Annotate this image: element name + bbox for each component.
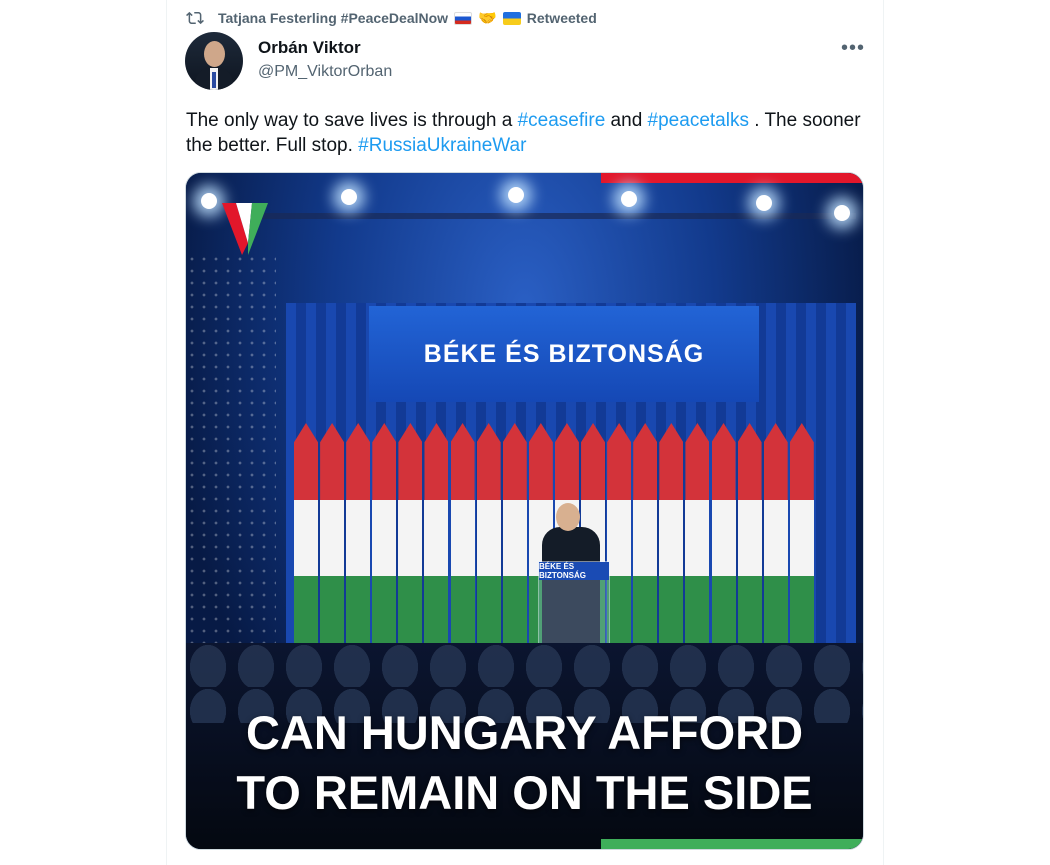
hungarian-flag xyxy=(424,423,449,653)
retweeted-label: Retweeted xyxy=(526,10,597,26)
podium-label: BÉKE ÉS BIZTONSÁG xyxy=(539,562,609,580)
author-handle[interactable]: @PM_ViktorOrban xyxy=(258,63,392,81)
led-dot-wall xyxy=(186,253,276,673)
retweet-context: Tatjana Festerling #PeaceDealNow 🤝 Retwe… xyxy=(186,8,597,28)
hungarian-flag xyxy=(398,423,423,653)
hungarian-flag xyxy=(372,423,397,653)
stage-light xyxy=(834,205,850,221)
hashtag-russiaukrainewar[interactable]: #RussiaUkraineWar xyxy=(358,135,526,156)
hungarian-flag xyxy=(320,423,345,653)
russia-flag-icon xyxy=(454,11,473,25)
hashtag-peacetalks[interactable]: #peacetalks xyxy=(648,110,749,131)
top-red-stripe xyxy=(601,173,863,183)
hungarian-flag xyxy=(789,423,814,653)
video-caption: CAN HUNGARY AFFORD TO REMAIN ON THE SIDE xyxy=(186,703,863,823)
stage-light xyxy=(756,195,772,211)
hungarian-flag xyxy=(607,423,632,653)
hungarian-flag xyxy=(633,423,658,653)
stage-light xyxy=(508,187,524,203)
author-avatar[interactable] xyxy=(185,32,243,90)
party-logo-icon xyxy=(222,203,268,255)
stage-light xyxy=(201,193,217,209)
stage-light xyxy=(341,189,357,205)
author-name[interactable]: Orbán Viktor xyxy=(258,38,361,58)
page: Tatjana Festerling #PeaceDealNow 🤝 Retwe… xyxy=(0,0,1050,865)
tweet-text-part: The only way to save lives is through a xyxy=(186,110,518,131)
hungarian-flag xyxy=(502,423,527,653)
hungarian-flag xyxy=(659,423,684,653)
caption-line-2: TO REMAIN ON THE SIDE xyxy=(236,766,813,819)
bottom-green-stripe xyxy=(601,839,863,849)
hungarian-flag xyxy=(294,423,318,653)
stage-light xyxy=(621,191,637,207)
hungarian-flag xyxy=(476,423,501,653)
hungarian-flag xyxy=(737,423,762,653)
more-options-button[interactable]: ••• xyxy=(838,36,868,60)
hungarian-flag xyxy=(711,423,736,653)
handshake-icon: 🤝 xyxy=(478,10,497,27)
hashtag-ceasefire[interactable]: #ceasefire xyxy=(518,110,606,131)
hungarian-flag xyxy=(763,423,788,653)
retweet-icon xyxy=(186,11,204,25)
tweet-text-part: and xyxy=(605,110,648,131)
caption-line-1: CAN HUNGARY AFFORD xyxy=(245,706,804,759)
more-options-icon: ••• xyxy=(840,36,865,59)
stage-banner: BÉKE ÉS BIZTONSÁG xyxy=(369,306,759,402)
hungarian-flag xyxy=(450,423,475,653)
tweet-text: The only way to save lives is through a … xyxy=(186,108,866,158)
hungarian-flag xyxy=(685,423,710,653)
lighting-truss xyxy=(256,213,856,219)
ukraine-flag-icon xyxy=(502,11,521,25)
tweet-media[interactable]: BÉKE ÉS BIZTONSÁG BÉKE ÉS BIZTONSÁG CAN … xyxy=(185,172,864,850)
hungarian-flag xyxy=(346,423,371,653)
retweeter-name[interactable]: Tatjana Festerling #PeaceDealNow xyxy=(218,10,448,26)
